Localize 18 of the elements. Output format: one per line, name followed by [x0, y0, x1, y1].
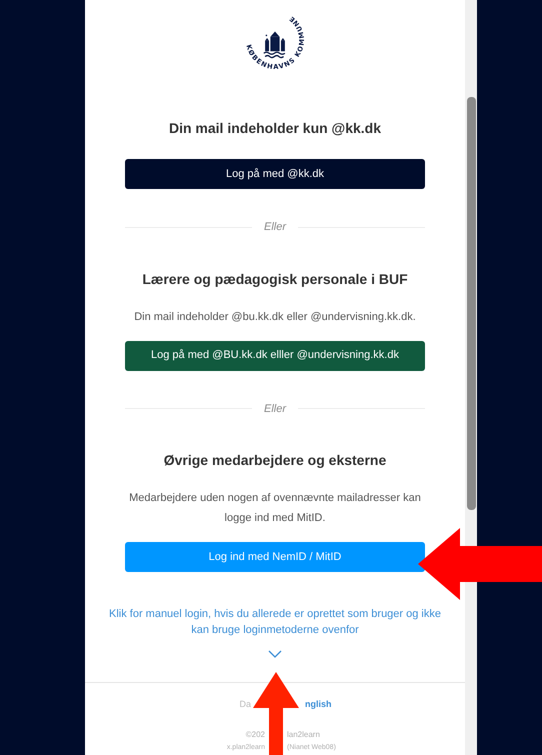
copyright-text: lan2learn	[287, 728, 320, 740]
description-text: Medarbejdere uden nogen af ovennævnte mailadresser kan logge ind med MitID.	[128, 491, 422, 526]
language-link[interactable]: Da	[239, 698, 251, 712]
login-button[interactable]: Log på med @BU.kk.dk elller @undervisning.kk.dk	[125, 340, 425, 370]
login-button[interactable]: Log ind med NemID / MitID	[125, 542, 425, 572]
section-heading: Øvrige medarbejdere og eksterne	[164, 451, 386, 470]
divider-label: Eller	[264, 220, 286, 235]
section-heading: Din mail indeholder kun @kk.dk	[168, 119, 382, 138]
copyright-text: ©202	[246, 728, 265, 740]
chevron-down-icon[interactable]	[268, 650, 282, 658]
language-link[interactable]: nglish	[305, 698, 332, 712]
login-button[interactable]: Log på med @kk.dk	[125, 159, 425, 189]
section-heading: Lærere og pædagogisk personale i BUF	[142, 270, 408, 289]
scrollbar[interactable]	[465, 0, 477, 755]
divider-label: Eller	[264, 402, 286, 416]
manual-login-link[interactable]: Klik for manuel login, hvis du allerede er oprettet som bruger og ikke kan bruge loginmetoderne ovenfor	[105, 606, 445, 638]
scrollbar-thumb[interactable]	[467, 97, 476, 510]
description-text: Din mail indeholder @bu.kk.dk eller @undervisning.kk.dk.	[133, 310, 417, 324]
